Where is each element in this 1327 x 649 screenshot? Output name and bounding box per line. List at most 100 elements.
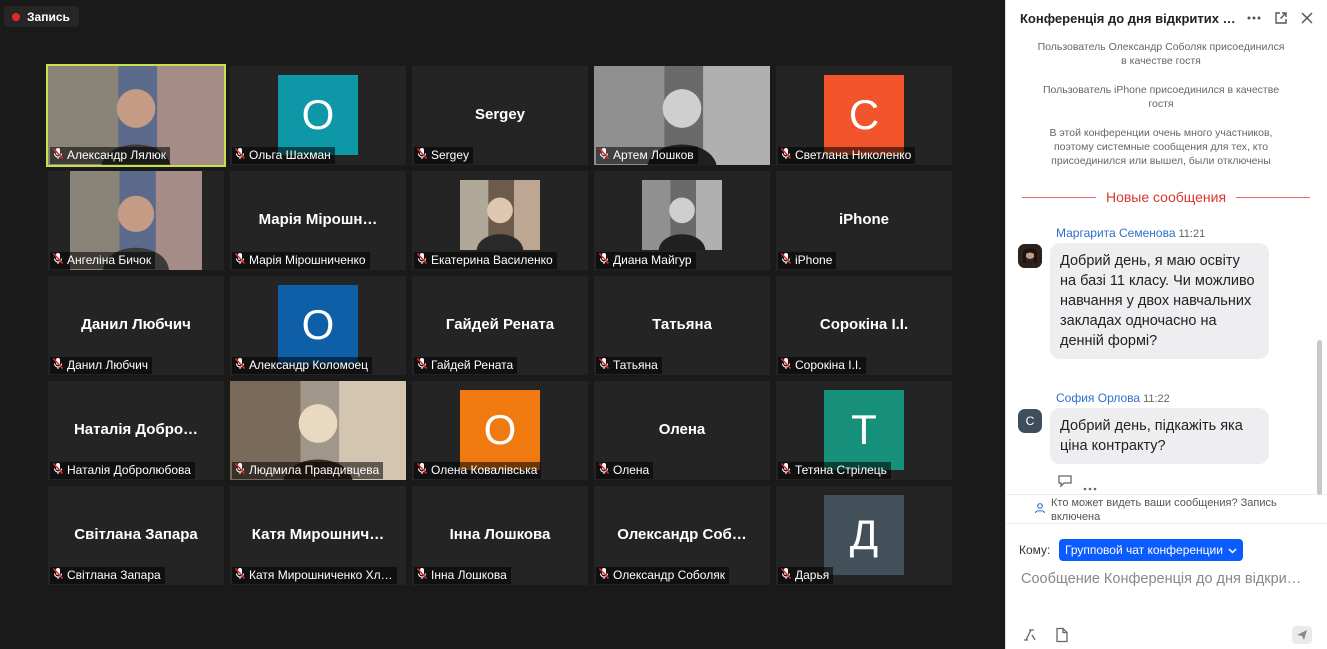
recording-indicator[interactable]: Запись — [4, 6, 79, 27]
recording-label: Запись — [27, 9, 70, 24]
new-messages-divider: Новые сообщения — [1022, 188, 1311, 206]
more-options-icon[interactable] — [1246, 10, 1262, 26]
recipient-dropdown[interactable]: Групповой чат конференции — [1059, 539, 1243, 561]
participant-nameplate: Sergey — [414, 147, 474, 164]
participant-tile[interactable]: Артем Лошков — [594, 66, 770, 165]
participant-tile[interactable]: С Светлана Николенко — [776, 66, 952, 165]
mic-muted-icon — [780, 252, 792, 269]
participant-tile[interactable]: Диана Майгур — [594, 171, 770, 270]
mic-muted-icon — [416, 567, 428, 584]
participant-tile[interactable]: Екатерина Василенко — [412, 171, 588, 270]
mic-muted-icon — [234, 357, 246, 374]
participant-tile[interactable]: Д Дарья — [776, 486, 952, 585]
sender-name: Маргарита Семенова — [1056, 226, 1176, 240]
participant-name: Інна Лошкова — [431, 568, 507, 582]
participant-tile[interactable]: Сорокіна І.І. Сорокіна І.І. — [776, 276, 952, 375]
avatar: С — [824, 75, 904, 155]
participant-nameplate: Інна Лошкова — [414, 567, 511, 584]
participant-display-name: Гайдей Рената — [445, 316, 555, 333]
participant-name: Sergey — [431, 148, 470, 162]
participant-tile[interactable]: Данил Любчич Данил Любчич — [48, 276, 224, 375]
privacy-note[interactable]: Кто может видеть ваши сообщения? Запись … — [1006, 494, 1327, 524]
participant-nameplate: Артем Лошков — [596, 147, 698, 164]
participant-tile[interactable]: О Ольга Шахман — [230, 66, 406, 165]
message-more-icon[interactable] — [1083, 478, 1097, 491]
mic-muted-icon — [598, 567, 610, 584]
participant-name: Светлана Николенко — [795, 148, 912, 162]
participant-tile[interactable]: Катя Мирошнич… Катя Мирошниченко Хл… — [230, 486, 406, 585]
participant-tile[interactable]: Гайдей Рената Гайдей Рената — [412, 276, 588, 375]
message-time: 11:21 — [1178, 228, 1206, 240]
participant-nameplate: Данил Любчич — [50, 357, 153, 374]
mic-muted-icon — [780, 567, 792, 584]
participant-display-name: Sergey — [474, 106, 526, 123]
participant-nameplate: Ангеліна Бичок — [50, 252, 156, 269]
participant-nameplate: Ольга Шахман — [232, 147, 335, 164]
participant-display-name: Олена — [658, 421, 706, 438]
avatar[interactable] — [1018, 244, 1042, 268]
participant-tile[interactable]: Sergey Sergey — [412, 66, 588, 165]
send-icon[interactable] — [1292, 626, 1312, 644]
divider-line — [1022, 196, 1096, 198]
mic-muted-icon — [598, 357, 610, 374]
participant-nameplate: Людмила Правдивцева — [232, 462, 384, 479]
mic-muted-icon — [52, 252, 64, 269]
file-icon[interactable] — [1054, 627, 1070, 643]
participant-tile[interactable]: iPhone iPhone — [776, 171, 952, 270]
gallery-view: Запись Александр Лялюк О Ольга Шахман Serge… — [0, 0, 1005, 649]
participant-name: Наталія Добролюбова — [67, 463, 191, 477]
participant-name: Світлана Запара — [67, 568, 161, 582]
participant-name: Катя Мирошниченко Хл… — [249, 568, 393, 582]
participant-tile[interactable]: Олена Олена — [594, 381, 770, 480]
participant-nameplate: iPhone — [778, 252, 837, 269]
mic-muted-icon — [416, 357, 428, 374]
participant-display-name: Марія Мірошн… — [258, 211, 378, 228]
participant-name: Александр Коломоец — [249, 358, 369, 372]
participant-name: Ольга Шахман — [249, 148, 331, 162]
system-message: Пользователь iPhone присоединился в каче… — [1042, 84, 1280, 110]
sender-name: София Орлова — [1056, 391, 1141, 405]
avatar: Т — [824, 390, 904, 470]
avatar[interactable]: С — [1018, 409, 1042, 433]
participant-name: Данил Любчич — [67, 358, 149, 372]
message-sender[interactable]: София Орлова 11:22 — [1056, 391, 1170, 405]
participant-nameplate: Дарья — [778, 567, 834, 584]
participant-nameplate: Світлана Запара — [50, 567, 165, 584]
participant-tile[interactable]: О Александр Коломоец — [230, 276, 406, 375]
participant-tile[interactable]: Александр Лялюк — [46, 64, 226, 167]
message-input[interactable]: Сообщение Конференція до дня відкри… — [1021, 571, 1313, 587]
close-icon[interactable] — [1299, 10, 1315, 26]
participant-display-name: Інна Лошкова — [449, 526, 551, 543]
participant-tile[interactable]: Олександр Соб… Олександр Соболяк — [594, 486, 770, 585]
mic-muted-icon — [234, 567, 246, 584]
participant-nameplate: Сорокіна І.І. — [778, 357, 866, 374]
avatar: О — [278, 285, 358, 365]
participant-tile[interactable]: Марія Мірошн… Марія Мірошниченко — [230, 171, 406, 270]
participant-tile[interactable]: Світлана Запара Світлана Запара — [48, 486, 224, 585]
chat-panel: Конференція до дня відкритих … Пользоват… — [1005, 0, 1327, 649]
participant-tile[interactable]: Людмила Правдивцева — [230, 381, 406, 480]
participant-nameplate: Олена — [596, 462, 654, 479]
participant-name: Сорокіна І.І. — [795, 358, 862, 372]
participant-display-name: Сорокіна І.І. — [819, 316, 909, 333]
chat-title: Конференція до дня відкритих … — [1020, 11, 1236, 26]
format-text-icon[interactable] — [1021, 627, 1037, 643]
popout-icon[interactable] — [1273, 10, 1289, 26]
participant-tile[interactable]: О Олена Ковалівська — [412, 381, 588, 480]
participant-nameplate: Александр Коломоец — [232, 357, 373, 374]
message-time: 11:22 — [1143, 393, 1170, 405]
participant-name: Дарья — [795, 568, 830, 582]
participant-tile[interactable]: Татьяна Татьяна — [594, 276, 770, 375]
participant-name: Диана Майгур — [613, 253, 692, 267]
message-sender[interactable]: Маргарита Семенова 11:21 — [1056, 226, 1205, 240]
participant-tile[interactable]: Інна Лошкова Інна Лошкова — [412, 486, 588, 585]
mic-muted-icon — [416, 462, 428, 479]
participant-tile[interactable]: Ангеліна Бичок — [48, 171, 224, 270]
participant-display-name: Олександр Соб… — [617, 526, 747, 543]
chat-scrollbar[interactable] — [1317, 340, 1322, 495]
participant-name: Гайдей Рената — [431, 358, 514, 372]
participant-display-name: Катя Мирошнич… — [251, 526, 385, 543]
participant-tile[interactable]: Наталія Добро… Наталія Добролюбова — [48, 381, 224, 480]
participant-tile[interactable]: Т Тетяна Стрілець — [776, 381, 952, 480]
reply-icon[interactable] — [1057, 474, 1073, 488]
